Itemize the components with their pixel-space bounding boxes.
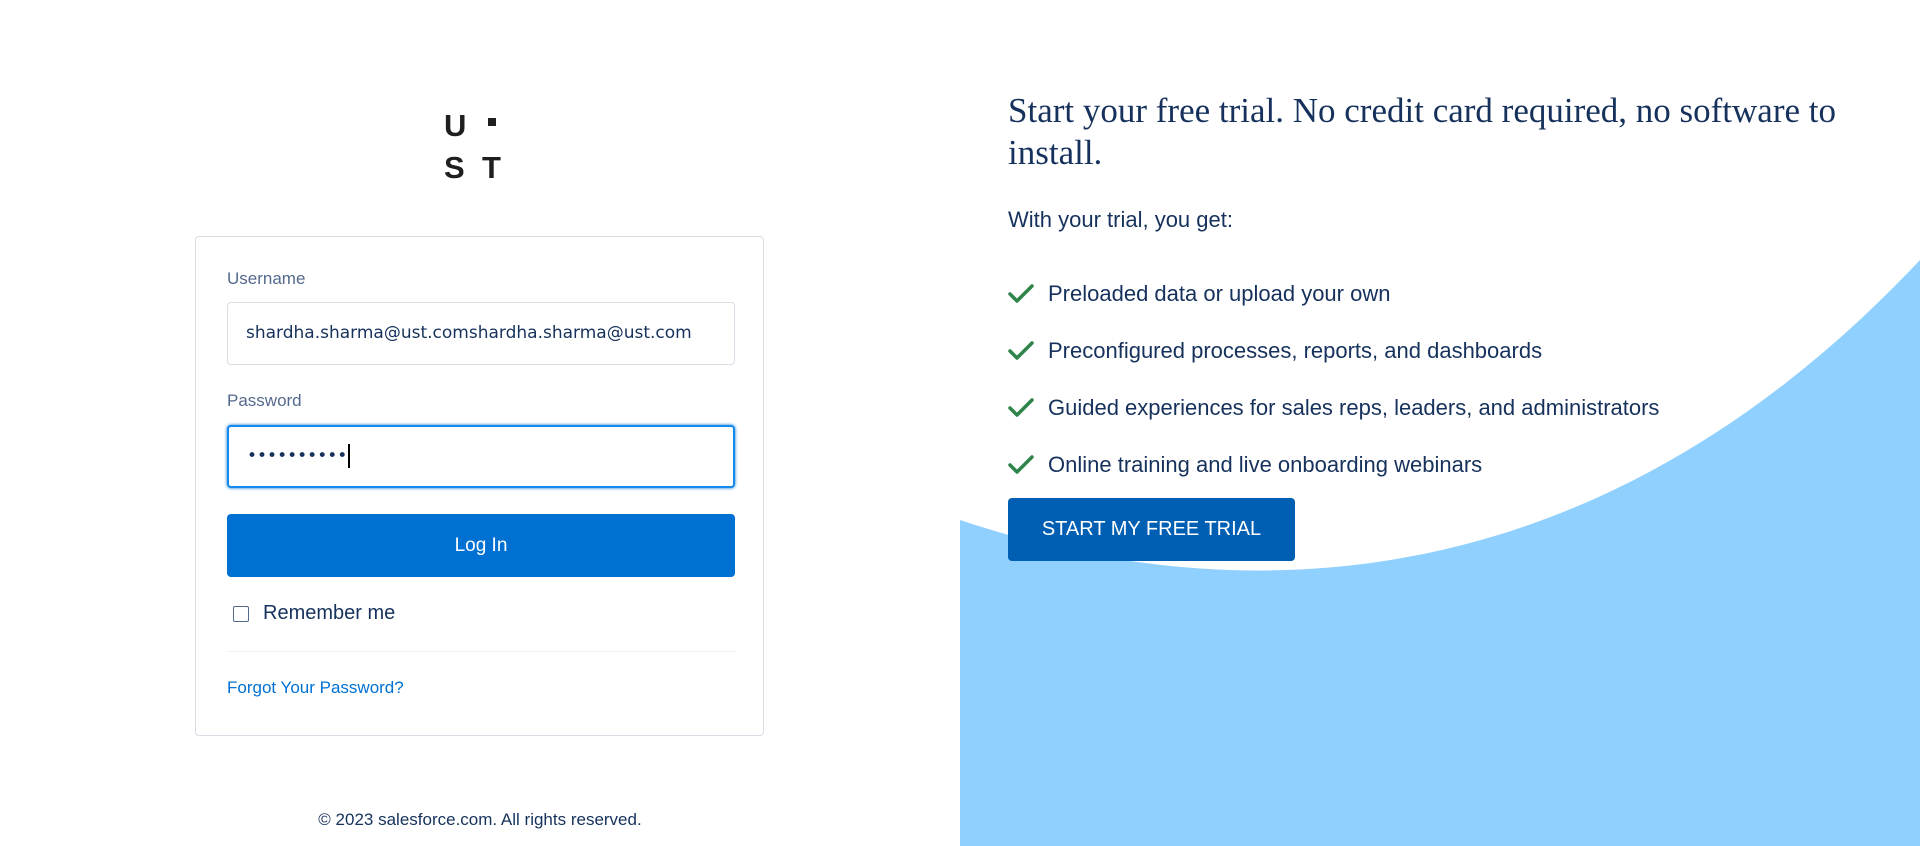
remember-me-checkbox[interactable] <box>233 605 249 622</box>
benefit-text: Preloaded data or upload your own <box>1048 280 1391 306</box>
benefit-item: Preconfigured processes, reports, and da… <box>1008 322 1659 379</box>
trial-promo-panel: Start your free trial. No credit card re… <box>960 0 1920 846</box>
username-value: shardha.sharma@ust.comshardha.sharma@ust… <box>246 323 692 343</box>
password-input[interactable]: •••••••••• <box>227 425 735 488</box>
promo-subheading: With your trial, you get: <box>1008 207 1233 232</box>
password-label: Password <box>227 391 302 410</box>
checkmark-icon <box>1008 340 1034 360</box>
benefit-text: Guided experiences for sales reps, leade… <box>1048 394 1660 420</box>
benefit-item: Online training and live onboarding webi… <box>1008 436 1659 493</box>
checkmark-icon <box>1008 283 1034 303</box>
username-label: Username <box>227 269 306 288</box>
remember-me[interactable]: Remember me <box>233 602 395 625</box>
remember-me-label[interactable]: Remember me <box>263 602 395 625</box>
logo-letter-s: S <box>444 150 465 185</box>
password-value: •••••••••• <box>247 446 348 466</box>
logo-letter-t: T <box>482 150 501 185</box>
card-divider <box>227 651 735 652</box>
checkmark-icon <box>1008 454 1034 474</box>
username-input[interactable]: shardha.sharma@ust.comshardha.sharma@ust… <box>227 302 735 365</box>
ust-logo: U S T <box>440 106 510 185</box>
logo-letter-u: U <box>444 108 467 143</box>
start-free-trial-button[interactable]: START MY FREE TRIAL <box>1008 498 1295 561</box>
logo-dot <box>488 118 496 126</box>
login-button[interactable]: Log In <box>227 514 735 577</box>
copyright-footer: © 2023 salesforce.com. All rights reserv… <box>318 810 642 829</box>
login-card: Username shardha.sharma@ust.comshardha.s… <box>195 236 764 736</box>
text-caret <box>348 444 351 468</box>
forgot-password-link[interactable]: Forgot Your Password? <box>227 678 404 698</box>
benefit-text: Preconfigured processes, reports, and da… <box>1048 337 1543 363</box>
benefit-text: Online training and live onboarding webi… <box>1048 451 1483 477</box>
benefit-item: Preloaded data or upload your own <box>1008 265 1659 322</box>
benefit-item: Guided experiences for sales reps, leade… <box>1008 379 1659 436</box>
login-page: U S T Username shardha.sharma@ust.comsha… <box>0 0 1920 846</box>
login-panel: U S T Username shardha.sharma@ust.comsha… <box>0 0 960 846</box>
checkmark-icon <box>1008 397 1034 417</box>
benefits-list: Preloaded data or upload your own Precon… <box>1008 265 1659 493</box>
promo-headline: Start your free trial. No credit card re… <box>1008 91 1837 172</box>
